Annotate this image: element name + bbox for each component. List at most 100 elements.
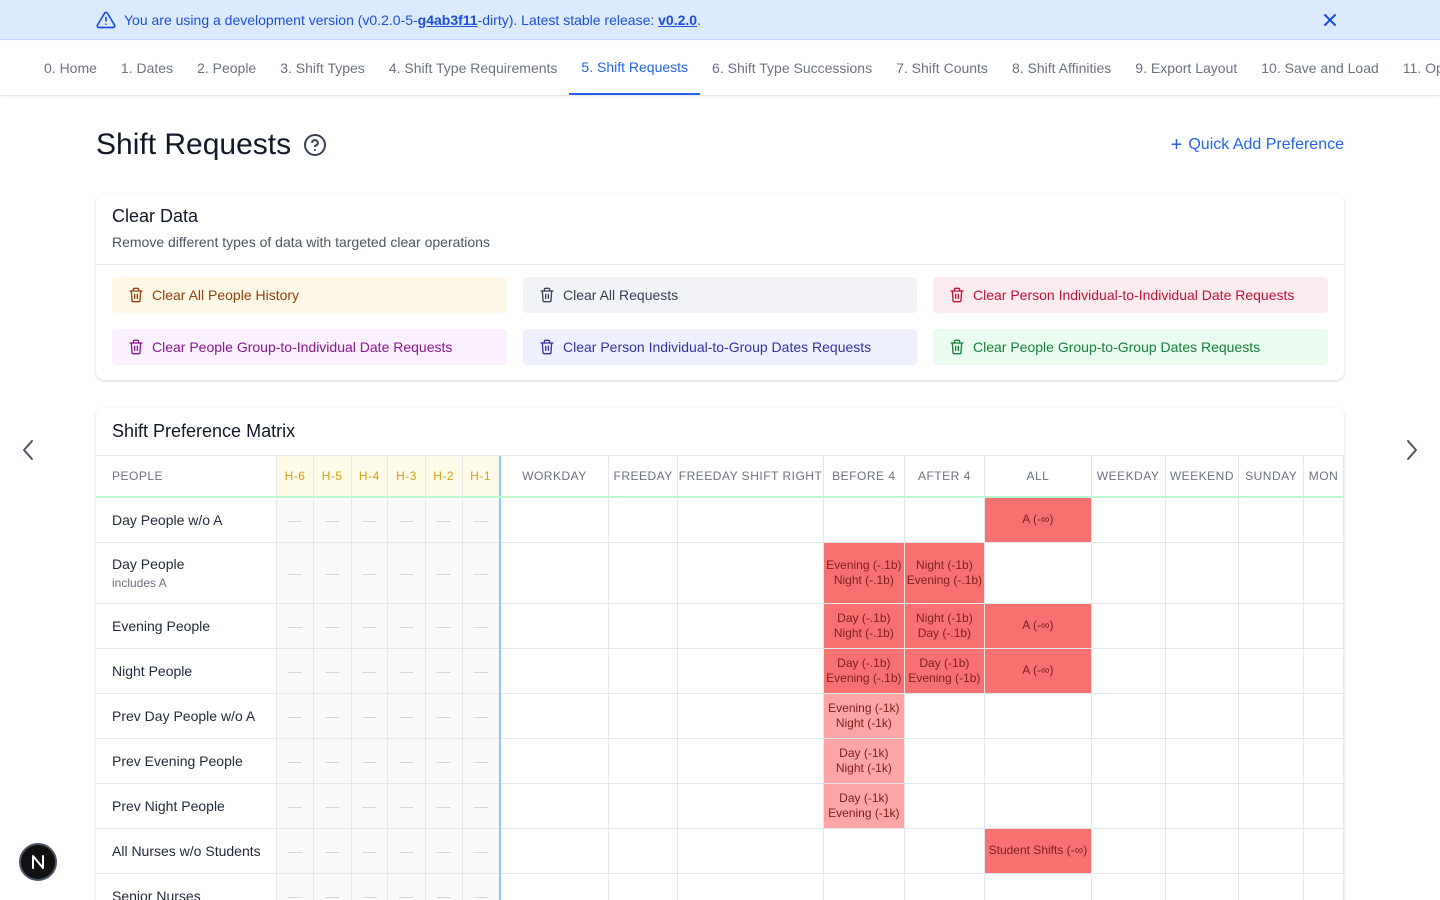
preference-cell[interactable] bbox=[1238, 542, 1305, 604]
preference-cell[interactable] bbox=[1303, 693, 1344, 739]
clear-button-1[interactable]: Clear All Requests bbox=[523, 277, 917, 313]
preference-cell[interactable]: Student Shifts (-∞) bbox=[984, 828, 1092, 874]
preference-cell[interactable] bbox=[677, 603, 825, 649]
preference-cell[interactable] bbox=[1091, 828, 1166, 874]
person-group-name[interactable]: Evening People bbox=[96, 603, 278, 649]
preference-cell[interactable] bbox=[1165, 648, 1240, 694]
preference-cell[interactable] bbox=[499, 873, 610, 900]
preference-cell[interactable]: A (-∞) bbox=[984, 603, 1092, 649]
preference-cell[interactable] bbox=[499, 648, 610, 694]
app-logo-button[interactable] bbox=[19, 843, 57, 881]
preference-cell[interactable] bbox=[677, 542, 825, 604]
preference-cell[interactable] bbox=[823, 873, 905, 900]
preference-cell[interactable] bbox=[1091, 542, 1166, 604]
preference-cell[interactable] bbox=[984, 783, 1092, 829]
preference-cell[interactable] bbox=[1303, 873, 1344, 900]
preference-cell[interactable] bbox=[904, 738, 986, 784]
preference-cell[interactable] bbox=[608, 603, 679, 649]
preference-cell[interactable] bbox=[499, 693, 610, 739]
preference-cell[interactable] bbox=[823, 497, 905, 543]
quick-add-preference-button[interactable]: + Quick Add Preference bbox=[1171, 135, 1344, 155]
tab-7[interactable]: 7. Shift Counts bbox=[884, 41, 1000, 95]
date-group-column-header[interactable]: Workday bbox=[499, 456, 610, 498]
tab-11[interactable]: 11. Op bbox=[1391, 41, 1440, 95]
stable-release-link[interactable]: v0.2.0 bbox=[658, 12, 697, 28]
person-group-name[interactable]: Senior Nurses bbox=[96, 873, 278, 900]
preference-cell[interactable]: Night (-1b) Evening (-.1b) bbox=[904, 542, 986, 604]
preference-cell[interactable] bbox=[984, 873, 1092, 900]
preference-cell[interactable] bbox=[904, 783, 986, 829]
preference-cell[interactable] bbox=[904, 873, 986, 900]
date-group-column-header[interactable]: Before 4 bbox=[823, 456, 905, 498]
preference-cell[interactable] bbox=[608, 873, 679, 900]
person-group-name[interactable]: Prev Night People bbox=[96, 783, 278, 829]
person-group-name[interactable]: All Nurses w/o Students bbox=[96, 828, 278, 874]
clear-button-0[interactable]: Clear All People History bbox=[112, 277, 507, 313]
preference-cell[interactable]: Evening (-.1b) Night (-.1b) bbox=[823, 542, 905, 604]
clear-button-5[interactable]: Clear People Group-to-Group Dates Reques… bbox=[933, 329, 1328, 365]
preference-cell[interactable] bbox=[1238, 648, 1305, 694]
preference-cell[interactable] bbox=[1091, 738, 1166, 784]
preference-cell[interactable] bbox=[1165, 693, 1240, 739]
preference-cell[interactable] bbox=[904, 828, 986, 874]
preference-cell[interactable] bbox=[1238, 738, 1305, 784]
preference-cell[interactable] bbox=[1165, 828, 1240, 874]
clear-button-2[interactable]: Clear Person Individual-to-Individual Da… bbox=[933, 277, 1328, 313]
preference-cell[interactable] bbox=[984, 693, 1092, 739]
date-group-column-header[interactable]: All bbox=[984, 456, 1092, 498]
preference-cell[interactable] bbox=[677, 783, 825, 829]
preference-cell[interactable] bbox=[1303, 542, 1344, 604]
preference-cell[interactable] bbox=[608, 648, 679, 694]
preference-cell[interactable] bbox=[608, 783, 679, 829]
tab-6[interactable]: 6. Shift Type Successions bbox=[700, 41, 884, 95]
close-banner-button[interactable] bbox=[1320, 10, 1340, 30]
date-group-column-header[interactable]: Freeday Shift Right bbox=[677, 456, 825, 498]
preference-cell[interactable] bbox=[677, 648, 825, 694]
preference-cell[interactable] bbox=[1091, 648, 1166, 694]
preference-cell[interactable] bbox=[499, 783, 610, 829]
preference-cell[interactable] bbox=[1165, 542, 1240, 604]
help-circle-icon[interactable] bbox=[303, 133, 327, 157]
preference-cell[interactable] bbox=[984, 542, 1092, 604]
preference-cell[interactable] bbox=[904, 497, 986, 543]
preference-cell[interactable] bbox=[1238, 873, 1305, 900]
clear-button-3[interactable]: Clear People Group-to-Individual Date Re… bbox=[112, 329, 507, 365]
person-group-name[interactable]: Prev Day People w/o A bbox=[96, 693, 278, 739]
date-group-column-header[interactable]: Freeday bbox=[608, 456, 679, 498]
previous-page-button[interactable] bbox=[13, 435, 43, 465]
preference-cell[interactable] bbox=[499, 603, 610, 649]
tab-8[interactable]: 8. Shift Affinities bbox=[1000, 41, 1123, 95]
tab-0[interactable]: 0. Home bbox=[32, 41, 109, 95]
preference-cell[interactable] bbox=[1165, 738, 1240, 784]
tab-5[interactable]: 5. Shift Requests bbox=[569, 41, 701, 95]
person-group-name[interactable]: Day People w/o A bbox=[96, 497, 278, 543]
tab-2[interactable]: 2. People bbox=[185, 41, 268, 95]
preference-cell[interactable] bbox=[1238, 828, 1305, 874]
preference-cell[interactable] bbox=[499, 542, 610, 604]
preference-cell[interactable]: Day (-1b) Evening (-1b) bbox=[904, 648, 986, 694]
preference-cell[interactable] bbox=[984, 738, 1092, 784]
preference-cell[interactable] bbox=[1091, 693, 1166, 739]
tab-1[interactable]: 1. Dates bbox=[109, 41, 185, 95]
preference-cell[interactable] bbox=[1238, 693, 1305, 739]
preference-cell[interactable] bbox=[1091, 873, 1166, 900]
preference-cell[interactable] bbox=[1165, 873, 1240, 900]
preference-cell[interactable]: A (-∞) bbox=[984, 497, 1092, 543]
preference-cell[interactable]: Night (-1b) Day (-.1b) bbox=[904, 603, 986, 649]
preference-cell[interactable] bbox=[1303, 603, 1344, 649]
date-group-column-header[interactable]: Sunday bbox=[1238, 456, 1305, 498]
preference-cell[interactable]: Day (-1k) Night (-1k) bbox=[823, 738, 905, 784]
preference-cell[interactable] bbox=[499, 738, 610, 784]
preference-cell[interactable] bbox=[1091, 603, 1166, 649]
preference-cell[interactable]: Evening (-1k) Night (-1k) bbox=[823, 693, 905, 739]
preference-cell[interactable] bbox=[499, 497, 610, 543]
preference-cell[interactable] bbox=[1303, 738, 1344, 784]
preference-cell[interactable] bbox=[1091, 497, 1166, 543]
person-group-name[interactable]: Day People includes A bbox=[96, 542, 278, 604]
preference-cell[interactable] bbox=[677, 873, 825, 900]
preference-cell[interactable] bbox=[677, 828, 825, 874]
preference-cell[interactable] bbox=[1238, 603, 1305, 649]
tab-10[interactable]: 10. Save and Load bbox=[1249, 41, 1391, 95]
preference-cell[interactable] bbox=[1303, 648, 1344, 694]
date-group-column-header[interactable]: Mon bbox=[1303, 456, 1344, 498]
